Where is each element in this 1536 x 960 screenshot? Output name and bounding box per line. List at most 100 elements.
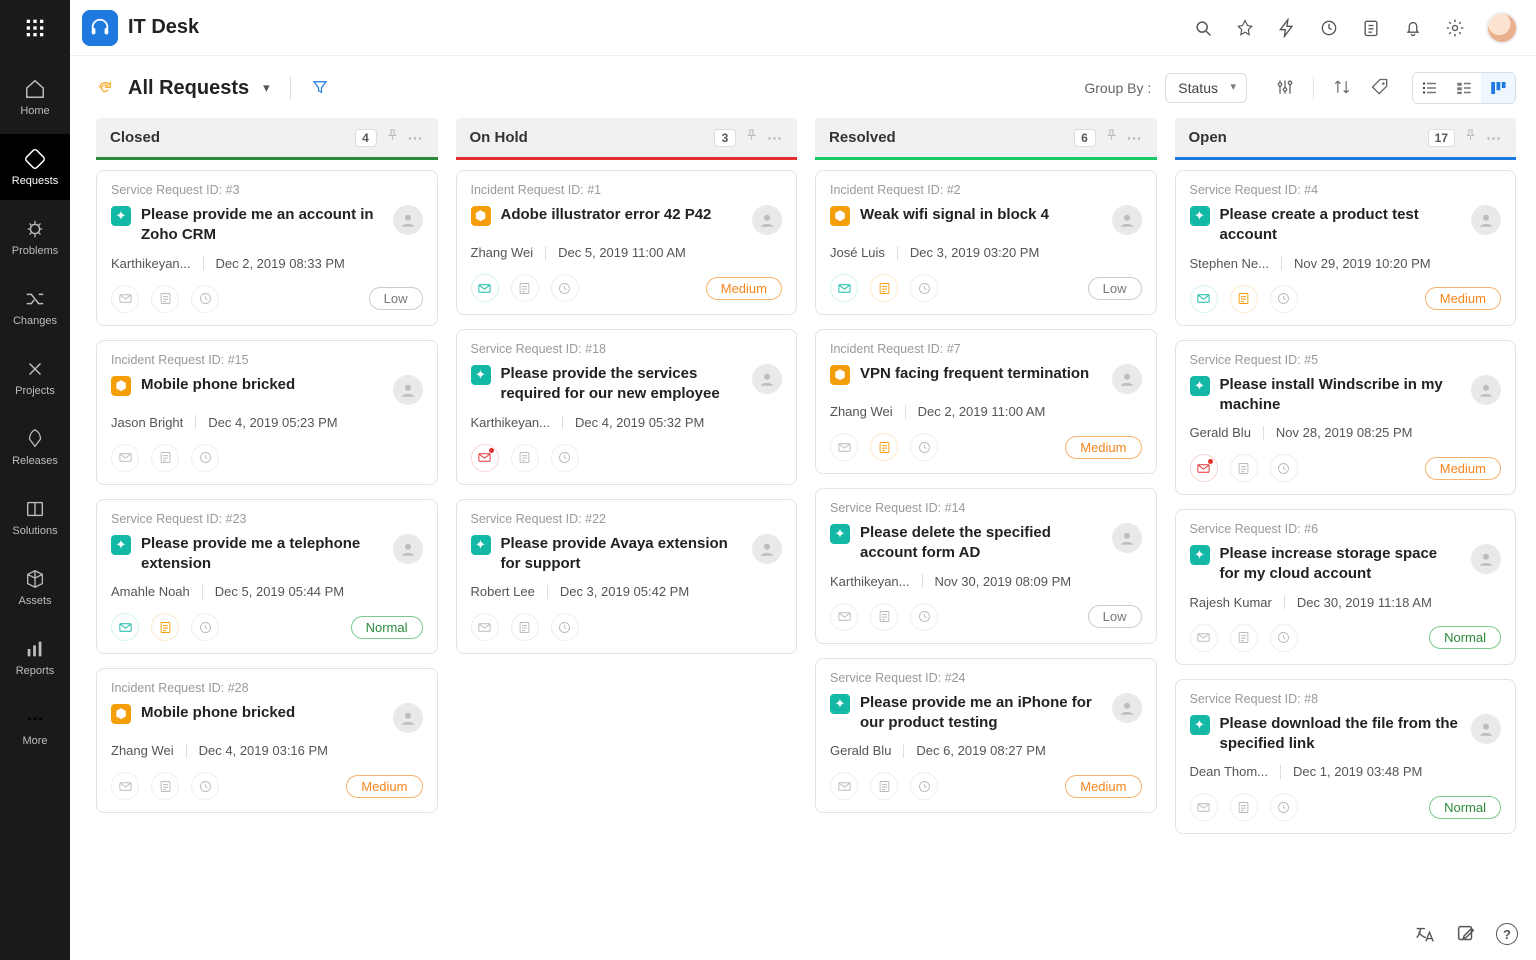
pin-icon[interactable] — [744, 128, 759, 147]
clock-icon[interactable] — [910, 433, 938, 461]
mail-icon[interactable] — [111, 613, 139, 641]
assignee-avatar[interactable] — [752, 205, 782, 235]
note-icon[interactable] — [1230, 793, 1258, 821]
clock-icon[interactable] — [551, 274, 579, 302]
column-header[interactable]: On Hold 3 ⋯ — [456, 118, 798, 160]
clock-icon[interactable] — [910, 772, 938, 800]
note-icon[interactable] — [511, 444, 539, 472]
request-card[interactable]: Service Request ID: #18 ✦ Please provide… — [456, 329, 798, 485]
user-avatar[interactable] — [1486, 12, 1518, 44]
mail-icon[interactable] — [1190, 454, 1218, 482]
assignee-avatar[interactable] — [393, 375, 423, 405]
clock-icon[interactable] — [191, 613, 219, 641]
mail-icon[interactable] — [830, 603, 858, 631]
pin-icon[interactable] — [1104, 128, 1119, 147]
sidebar-item-problems[interactable]: Problems — [0, 204, 70, 270]
sidebar-item-solutions[interactable]: Solutions — [0, 484, 70, 550]
note-icon[interactable] — [870, 603, 898, 631]
column-header[interactable]: Open 17 ⋯ — [1175, 118, 1517, 160]
note-icon[interactable] — [1230, 454, 1258, 482]
note-icon[interactable] — [151, 613, 179, 641]
note-icon[interactable] — [151, 772, 179, 800]
pin-star-icon[interactable] — [1234, 17, 1256, 39]
assignee-avatar[interactable] — [1471, 714, 1501, 744]
clock-icon[interactable] — [1270, 793, 1298, 821]
assignee-avatar[interactable] — [752, 534, 782, 564]
sidebar-item-more[interactable]: More — [0, 694, 70, 760]
clock-icon[interactable] — [191, 772, 219, 800]
request-card[interactable]: Service Request ID: #24 ✦ Please provide… — [815, 658, 1157, 814]
assignee-avatar[interactable] — [1471, 544, 1501, 574]
request-card[interactable]: Service Request ID: #4 ✦ Please create a… — [1175, 170, 1517, 326]
note-icon[interactable] — [870, 772, 898, 800]
note-icon[interactable] — [151, 444, 179, 472]
refresh-icon[interactable] — [96, 79, 114, 97]
clock-icon[interactable] — [551, 613, 579, 641]
request-card[interactable]: Service Request ID: #5 ✦ Please install … — [1175, 340, 1517, 496]
request-card[interactable]: Incident Request ID: #28 ⬢ Mobile phone … — [96, 668, 438, 813]
request-card[interactable]: Service Request ID: #3 ✦ Please provide … — [96, 170, 438, 326]
sliders-icon[interactable] — [1275, 77, 1295, 100]
assignee-avatar[interactable] — [1112, 364, 1142, 394]
request-card[interactable]: Service Request ID: #23 ✦ Please provide… — [96, 499, 438, 655]
tag-icon[interactable] — [1370, 77, 1390, 100]
mail-icon[interactable] — [111, 444, 139, 472]
app-launcher-button[interactable] — [0, 0, 70, 56]
mail-icon[interactable] — [111, 285, 139, 313]
mail-icon[interactable] — [1190, 285, 1218, 313]
filter-button[interactable] — [311, 78, 329, 99]
view-title[interactable]: All Requests — [128, 77, 249, 100]
mail-icon[interactable] — [1190, 624, 1218, 652]
compose-icon[interactable] — [1454, 922, 1478, 946]
assignee-avatar[interactable] — [393, 534, 423, 564]
search-icon[interactable] — [1192, 17, 1214, 39]
request-card[interactable]: Incident Request ID: #7 ⬢ VPN facing fre… — [815, 329, 1157, 474]
request-card[interactable]: Service Request ID: #6 ✦ Please increase… — [1175, 509, 1517, 665]
language-icon[interactable] — [1412, 922, 1436, 946]
mail-icon[interactable] — [471, 613, 499, 641]
note-icon[interactable] — [151, 285, 179, 313]
clock-icon[interactable] — [1270, 285, 1298, 313]
sidebar-item-home[interactable]: Home — [0, 64, 70, 130]
clock-icon[interactable] — [191, 285, 219, 313]
mail-icon[interactable] — [111, 772, 139, 800]
pin-icon[interactable] — [1463, 128, 1478, 147]
view-detail[interactable] — [1447, 73, 1481, 103]
help-icon[interactable]: ? — [1496, 923, 1518, 945]
clipboard-icon[interactable] — [1360, 17, 1382, 39]
bell-icon[interactable] — [1402, 17, 1424, 39]
pin-icon[interactable] — [385, 128, 400, 147]
sidebar-item-assets[interactable]: Assets — [0, 554, 70, 620]
mail-icon[interactable] — [471, 444, 499, 472]
assignee-avatar[interactable] — [393, 703, 423, 733]
gear-icon[interactable] — [1444, 17, 1466, 39]
clock-icon[interactable] — [1270, 624, 1298, 652]
note-icon[interactable] — [511, 274, 539, 302]
view-list[interactable] — [1413, 73, 1447, 103]
sidebar-item-requests[interactable]: Requests — [0, 134, 70, 200]
request-card[interactable]: Service Request ID: #14 ✦ Please delete … — [815, 488, 1157, 644]
mail-icon[interactable] — [830, 772, 858, 800]
mail-icon[interactable] — [830, 433, 858, 461]
note-icon[interactable] — [1230, 624, 1258, 652]
assignee-avatar[interactable] — [1471, 205, 1501, 235]
clock-icon[interactable] — [910, 274, 938, 302]
sidebar-item-reports[interactable]: Reports — [0, 624, 70, 690]
column-more-icon[interactable]: ⋯ — [1486, 129, 1502, 147]
sidebar-item-projects[interactable]: Projects — [0, 344, 70, 410]
clock-icon[interactable] — [910, 603, 938, 631]
clock-icon[interactable] — [551, 444, 579, 472]
groupby-select[interactable]: Status — [1165, 73, 1247, 103]
history-icon[interactable] — [1318, 17, 1340, 39]
note-icon[interactable] — [870, 274, 898, 302]
bolt-icon[interactable] — [1276, 17, 1298, 39]
sidebar-item-releases[interactable]: Releases — [0, 414, 70, 480]
request-card[interactable]: Service Request ID: #22 ✦ Please provide… — [456, 499, 798, 655]
clock-icon[interactable] — [1270, 454, 1298, 482]
request-card[interactable]: Service Request ID: #8 ✦ Please download… — [1175, 679, 1517, 835]
column-more-icon[interactable]: ⋯ — [1127, 129, 1143, 147]
note-icon[interactable] — [511, 613, 539, 641]
chevron-down-icon[interactable]: ▾ — [263, 80, 270, 96]
request-card[interactable]: Incident Request ID: #2 ⬢ Weak wifi sign… — [815, 170, 1157, 315]
assignee-avatar[interactable] — [752, 364, 782, 394]
